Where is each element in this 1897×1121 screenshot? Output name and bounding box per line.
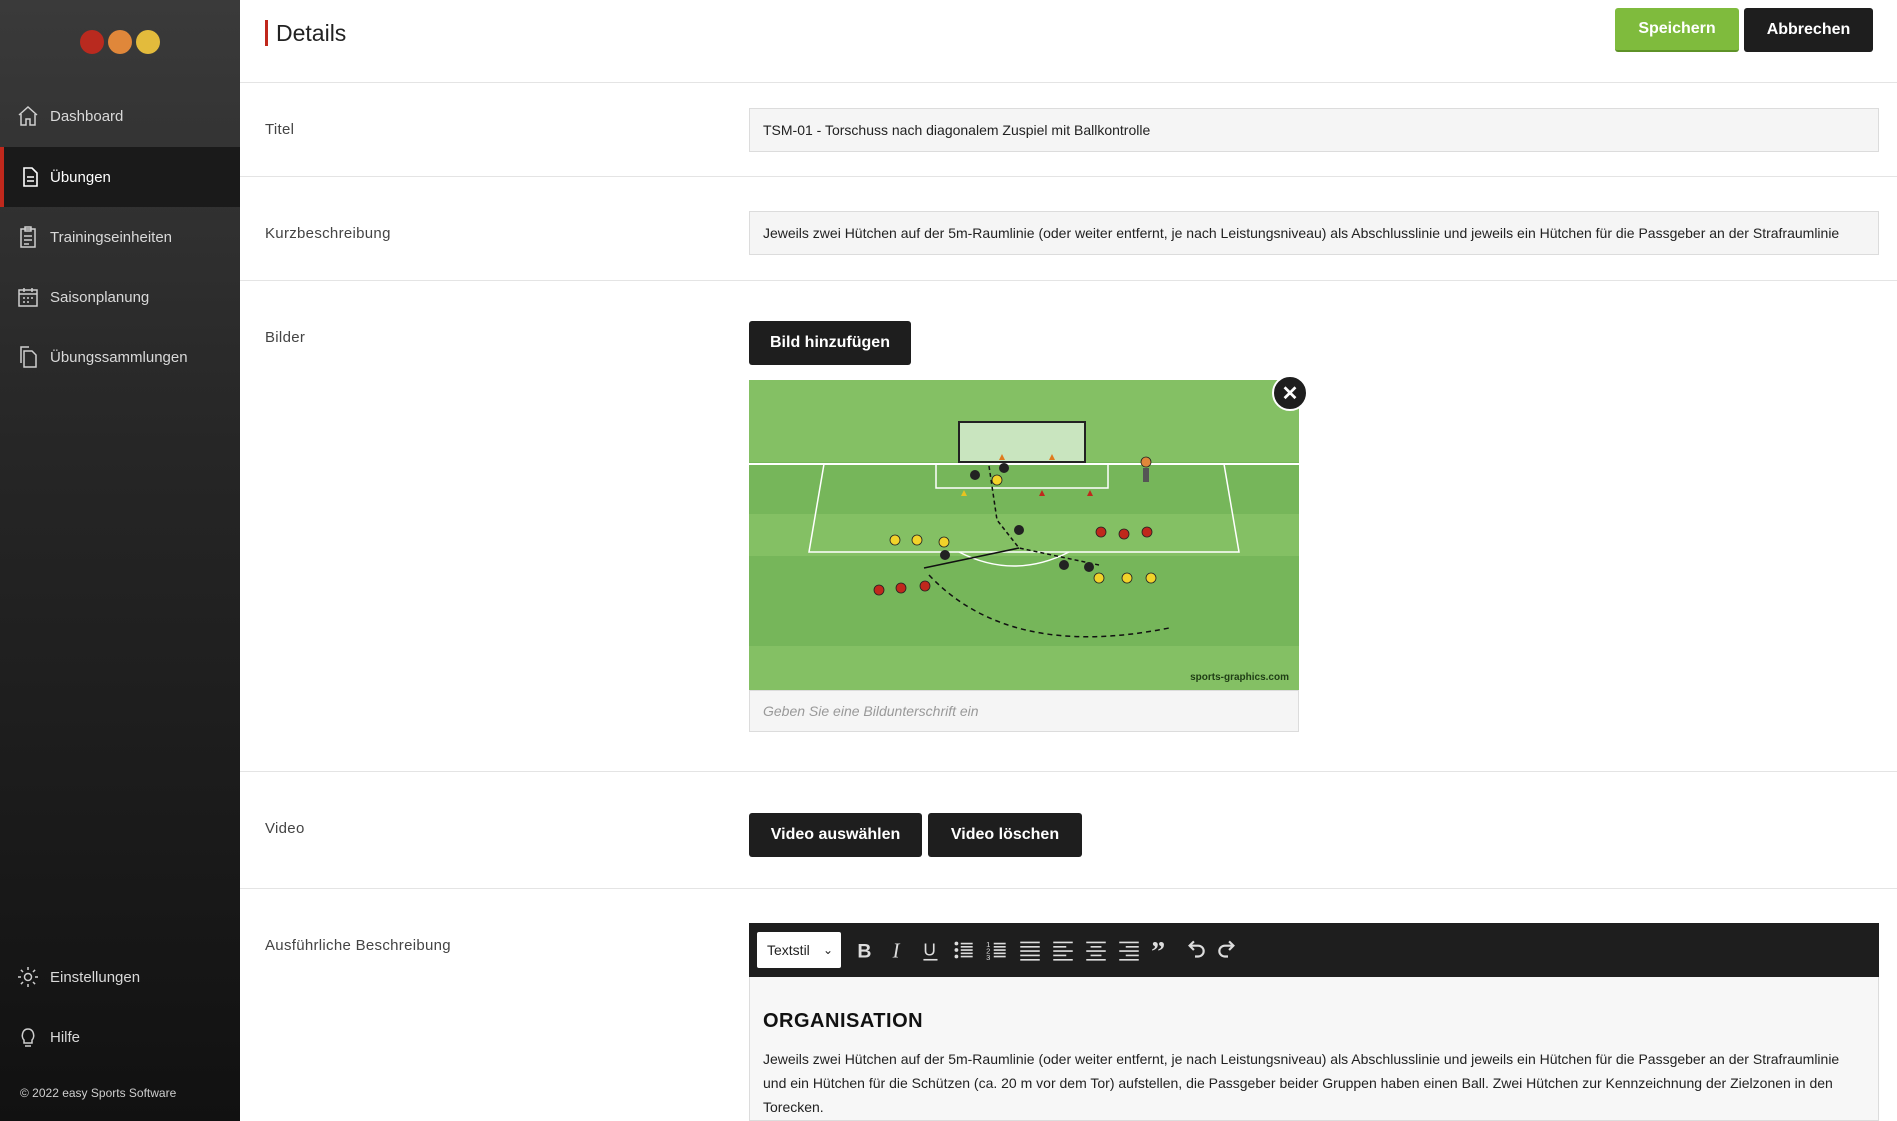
form-row-title: Titel TSM-01 - Torschuss nach diagonalem… [240, 83, 1897, 177]
sidebar-item-hilfe[interactable]: Hilfe [0, 1007, 240, 1067]
svg-text:I: I [892, 941, 901, 963]
sidebar-item-label: Dashboard [50, 107, 124, 125]
copy-icon [20, 346, 37, 368]
sidebar-item-label: Einstellungen [50, 968, 141, 986]
logo-dot-yellow [136, 30, 160, 54]
undo-icon[interactable] [1182, 937, 1208, 963]
calendar-icon [18, 288, 38, 307]
cancel-button[interactable]: Abbrechen [1744, 8, 1873, 52]
sidebar-item-uebungen[interactable]: Übungen [0, 147, 240, 207]
remove-image-button[interactable]: ✕ [1272, 375, 1308, 411]
text-style-select[interactable]: Textstil ⌄ [757, 932, 841, 968]
close-icon: ✕ [1281, 382, 1299, 405]
svg-text:”: ” [1151, 937, 1165, 963]
chevron-down-icon: ⌄ [822, 943, 833, 957]
lightbulb-icon [21, 1028, 35, 1047]
rich-text-editor[interactable]: ORGANISATION Jeweils zwei Hütchen auf de… [749, 977, 1879, 1121]
sidebar-item-uebungssammlungen[interactable]: Übungssammlungen [0, 327, 240, 387]
short-description-input[interactable]: Jeweils zwei Hütchen auf der 5m-Raumlini… [749, 211, 1879, 255]
home-icon [18, 105, 38, 126]
title-label: Titel [265, 121, 295, 138]
form-row-video: Video Video auswählen Video löschen [240, 772, 1897, 889]
editor-toolbar: Textstil ⌄ B I U 123 ” [749, 923, 1879, 977]
image-caption-input[interactable]: Geben Sie eine Bildunterschrift ein [749, 690, 1299, 732]
align-center-icon[interactable] [1083, 937, 1109, 963]
page-title: Details [265, 20, 346, 46]
long-description-label: Ausführliche Beschreibung [265, 937, 451, 954]
sidebar-item-einstellungen[interactable]: Einstellungen [0, 947, 240, 1007]
main-content: Details Speichern Abbrechen Titel TSM-01… [240, 0, 1897, 1121]
quote-icon[interactable]: ” [1149, 937, 1175, 963]
clipboard-icon [20, 226, 36, 248]
soccer-field-graphic: sports-graphics.com [749, 380, 1299, 690]
document-icon [23, 167, 38, 187]
save-button[interactable]: Speichern [1615, 8, 1739, 52]
sidebar-item-label: Saisonplanung [50, 288, 150, 306]
header-bar: Details Speichern Abbrechen [240, 0, 1897, 83]
italic-icon[interactable]: I [885, 937, 911, 963]
form-row-short-description: Kurzbeschreibung Jeweils zwei Hütchen au… [240, 177, 1897, 281]
numbered-list-icon[interactable]: 123 [984, 937, 1010, 963]
short-description-label: Kurzbeschreibung [265, 225, 391, 242]
underline-icon[interactable]: U [918, 937, 944, 963]
bullet-list-icon[interactable] [951, 937, 977, 963]
svg-text:U: U [923, 939, 936, 959]
text-style-value: Textstil [767, 942, 810, 958]
brand-logo[interactable] [0, 30, 240, 60]
delete-video-button[interactable]: Video löschen [928, 813, 1082, 857]
copyright-text: © 2022 easy Sports Software [20, 1086, 177, 1100]
sidebar-item-label: Übungen [50, 168, 111, 186]
sidebar-item-label: Übungssammlungen [50, 348, 188, 366]
logo-dot-red [80, 30, 104, 54]
editor-heading: ORGANISATION [763, 1010, 924, 1032]
bold-icon[interactable]: B [852, 937, 878, 963]
gear-icon [18, 967, 38, 987]
select-video-button[interactable]: Video auswählen [749, 813, 922, 857]
editor-paragraph: Jeweils zwei Hütchen auf der 5m-Raumlini… [763, 1051, 1840, 1115]
svg-text:B: B [857, 941, 871, 963]
svg-text:3: 3 [986, 953, 990, 962]
add-image-button[interactable]: Bild hinzufügen [749, 321, 911, 365]
image-watermark: sports-graphics.com [1190, 672, 1289, 683]
sidebar-item-dashboard[interactable]: Dashboard [0, 86, 240, 146]
sidebar-item-label: Hilfe [50, 1028, 81, 1046]
align-right-icon[interactable] [1116, 937, 1142, 963]
video-label: Video [265, 820, 305, 837]
sidebar-item-trainingseinheiten[interactable]: Trainingseinheiten [0, 207, 240, 267]
sidebar-item-saisonplanung[interactable]: Saisonplanung [0, 267, 240, 327]
sidebar-item-label: Trainingseinheiten [50, 228, 173, 246]
align-justify-icon[interactable] [1017, 937, 1043, 963]
exercise-image[interactable]: sports-graphics.com [749, 380, 1299, 690]
align-left-icon[interactable] [1050, 937, 1076, 963]
logo-dot-orange [108, 30, 132, 54]
redo-icon[interactable] [1215, 937, 1241, 963]
sidebar: Dashboard Übungen Trainingseinheiten Sai… [0, 0, 240, 1121]
title-input[interactable]: TSM-01 - Torschuss nach diagonalem Zuspi… [749, 108, 1879, 152]
images-label: Bilder [265, 329, 306, 346]
